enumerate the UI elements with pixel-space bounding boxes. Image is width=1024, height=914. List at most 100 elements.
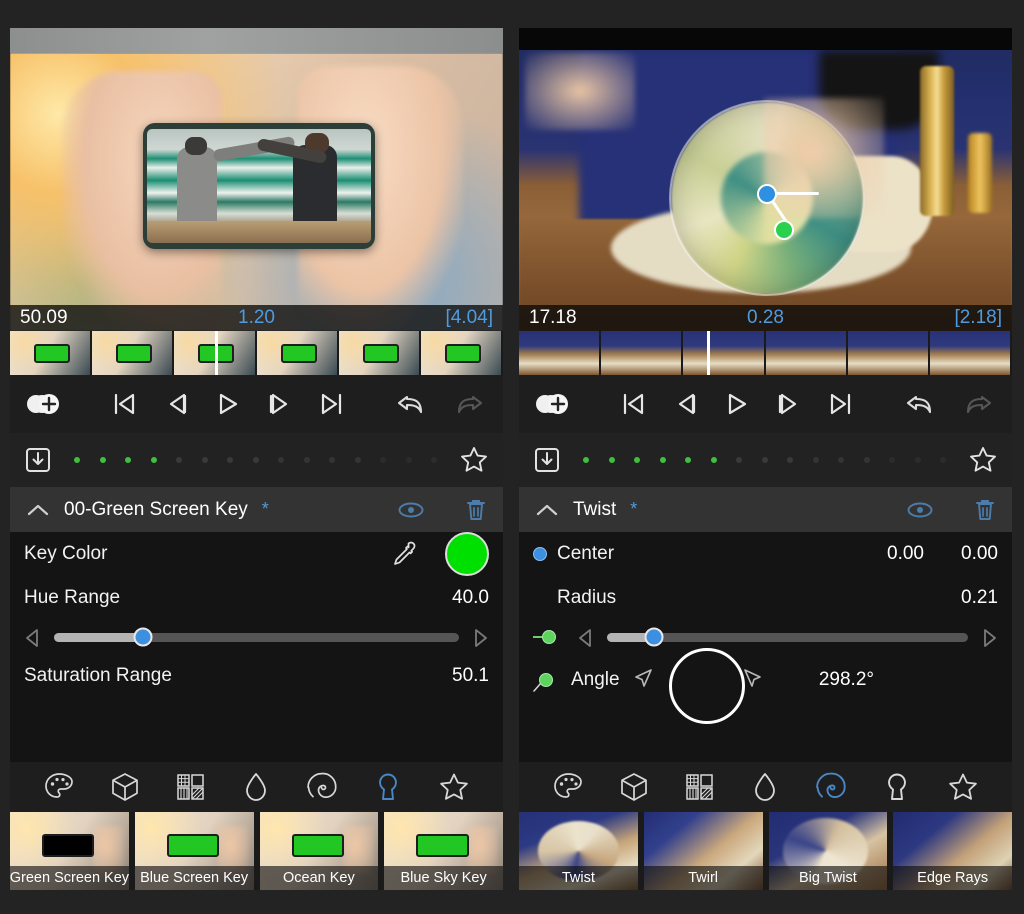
increment-arrow-icon[interactable] <box>471 628 489 647</box>
param-center-row[interactable]: Center 0.00 0.00 <box>533 532 998 576</box>
filmstrip-frame[interactable] <box>929 331 1012 375</box>
param-label: Radius <box>557 587 617 608</box>
filmstrip-frame[interactable] <box>683 331 766 375</box>
right-category-toolbar <box>519 762 1012 812</box>
star-icon[interactable] <box>437 770 471 804</box>
left-section-header[interactable]: 00-Green Screen Key * <box>10 487 503 532</box>
step-forward-button[interactable] <box>260 384 300 424</box>
right-keyframe-dots[interactable] <box>561 457 968 463</box>
preset-item[interactable]: Blue Sky Key <box>384 812 503 890</box>
preset-item[interactable]: Ocean Key <box>259 812 379 890</box>
center-handle[interactable] <box>757 184 777 204</box>
cube-icon[interactable] <box>617 770 651 804</box>
right-video-preview[interactable]: 17.18 0.28 [2.18] <box>519 28 1012 331</box>
eye-icon[interactable] <box>906 500 934 520</box>
droplet-icon[interactable] <box>748 770 782 804</box>
hue-range-slider[interactable] <box>24 620 489 654</box>
slider-knob[interactable] <box>644 627 664 647</box>
param-saturation-range-row: Saturation Range 50.1 <box>24 654 489 698</box>
redo-button[interactable] <box>958 384 998 424</box>
trash-icon[interactable] <box>465 498 487 522</box>
filmstrip-frame[interactable] <box>92 331 175 375</box>
step-forward-button[interactable] <box>769 384 809 424</box>
chevron-up-icon[interactable] <box>26 502 50 518</box>
angle-value: 298.2° <box>818 669 874 690</box>
trash-icon[interactable] <box>974 498 996 522</box>
radius-keyframe-indicator[interactable] <box>542 630 556 644</box>
rotate-left-cursor-icon[interactable] <box>632 667 656 693</box>
skip-to-start-button[interactable] <box>104 384 144 424</box>
filmstrip-frame[interactable] <box>847 331 930 375</box>
add-keyframe-button[interactable] <box>533 384 573 424</box>
filmstrip-frame[interactable] <box>338 331 421 375</box>
skip-to-end-button[interactable] <box>312 384 352 424</box>
play-button[interactable] <box>717 384 757 424</box>
slider-track[interactable] <box>54 627 459 647</box>
redo-button[interactable] <box>449 384 489 424</box>
spiral-icon[interactable] <box>814 770 848 804</box>
preset-item[interactable]: Twirl <box>643 812 763 890</box>
center-keyframe-indicator[interactable] <box>533 547 547 561</box>
filmstrip-frame[interactable] <box>10 331 93 375</box>
step-backward-button[interactable] <box>156 384 196 424</box>
angle-handle[interactable] <box>774 220 794 240</box>
preset-item[interactable]: Blue Screen Key <box>134 812 254 890</box>
spiral-icon[interactable] <box>305 770 339 804</box>
param-radius-row: Radius 0.21 <box>533 576 998 620</box>
pattern-grid-icon[interactable] <box>174 770 208 804</box>
angle-keyframe-indicator[interactable] <box>539 673 553 687</box>
preset-item[interactable]: Edge Rays <box>893 812 1012 890</box>
undo-button[interactable] <box>391 384 431 424</box>
cube-icon[interactable] <box>108 770 142 804</box>
param-key-color-row[interactable]: Key Color <box>24 532 489 576</box>
decrement-arrow-icon[interactable] <box>24 628 42 647</box>
slider-track[interactable] <box>607 627 968 647</box>
left-playhead[interactable] <box>215 331 218 375</box>
save-preset-button[interactable] <box>533 446 561 474</box>
left-filmstrip[interactable] <box>10 331 503 375</box>
palette-icon[interactable] <box>42 770 76 804</box>
filmstrip-frame[interactable] <box>601 331 684 375</box>
param-label: Center <box>557 543 615 564</box>
play-button[interactable] <box>208 384 248 424</box>
filmstrip-frame[interactable] <box>256 331 339 375</box>
filmstrip-frame[interactable] <box>519 331 602 375</box>
filmstrip-frame[interactable] <box>420 331 503 375</box>
slider-knob[interactable] <box>133 627 153 647</box>
pattern-grid-icon[interactable] <box>683 770 717 804</box>
decrement-arrow-icon[interactable] <box>577 628 595 647</box>
keyhole-icon[interactable] <box>880 770 914 804</box>
preset-item[interactable]: Big Twist <box>768 812 888 890</box>
eyedropper-icon[interactable] <box>391 540 419 568</box>
keyhole-icon[interactable] <box>371 770 405 804</box>
add-keyframe-button[interactable] <box>24 384 64 424</box>
save-preset-button[interactable] <box>24 446 52 474</box>
preset-item[interactable]: Twist <box>519 812 638 890</box>
eye-icon[interactable] <box>397 500 425 520</box>
skip-to-end-button[interactable] <box>821 384 861 424</box>
palette-icon[interactable] <box>551 770 585 804</box>
star-icon[interactable] <box>946 770 980 804</box>
angle-dial[interactable] <box>669 648 745 724</box>
right-filmstrip[interactable] <box>519 331 1012 375</box>
step-backward-button[interactable] <box>665 384 705 424</box>
increment-arrow-icon[interactable] <box>980 628 998 647</box>
right-parameters: Center 0.00 0.00 Radius 0.21 Angle 298.2… <box>519 532 1012 762</box>
param-angle-row[interactable]: Angle 298.2° <box>533 648 998 724</box>
left-panel: 50.09 1.20 [4.04] 00-Green Screen Key * … <box>10 28 503 890</box>
right-playhead[interactable] <box>707 331 710 375</box>
chevron-up-icon[interactable] <box>535 502 559 518</box>
left-keyframe-dots[interactable] <box>52 457 459 463</box>
favorite-star-button[interactable] <box>459 445 489 475</box>
rotate-right-cursor-icon[interactable] <box>740 667 764 693</box>
skip-to-start-button[interactable] <box>613 384 653 424</box>
preset-item[interactable]: Green Screen Key <box>10 812 129 890</box>
filmstrip-frame[interactable] <box>765 331 848 375</box>
radius-slider[interactable] <box>533 620 998 654</box>
right-section-header[interactable]: Twist * <box>519 487 1012 532</box>
left-video-preview[interactable]: 50.09 1.20 [4.04] <box>10 28 503 331</box>
droplet-icon[interactable] <box>239 770 273 804</box>
favorite-star-button[interactable] <box>968 445 998 475</box>
undo-button[interactable] <box>900 384 940 424</box>
key-color-swatch[interactable] <box>445 532 489 576</box>
